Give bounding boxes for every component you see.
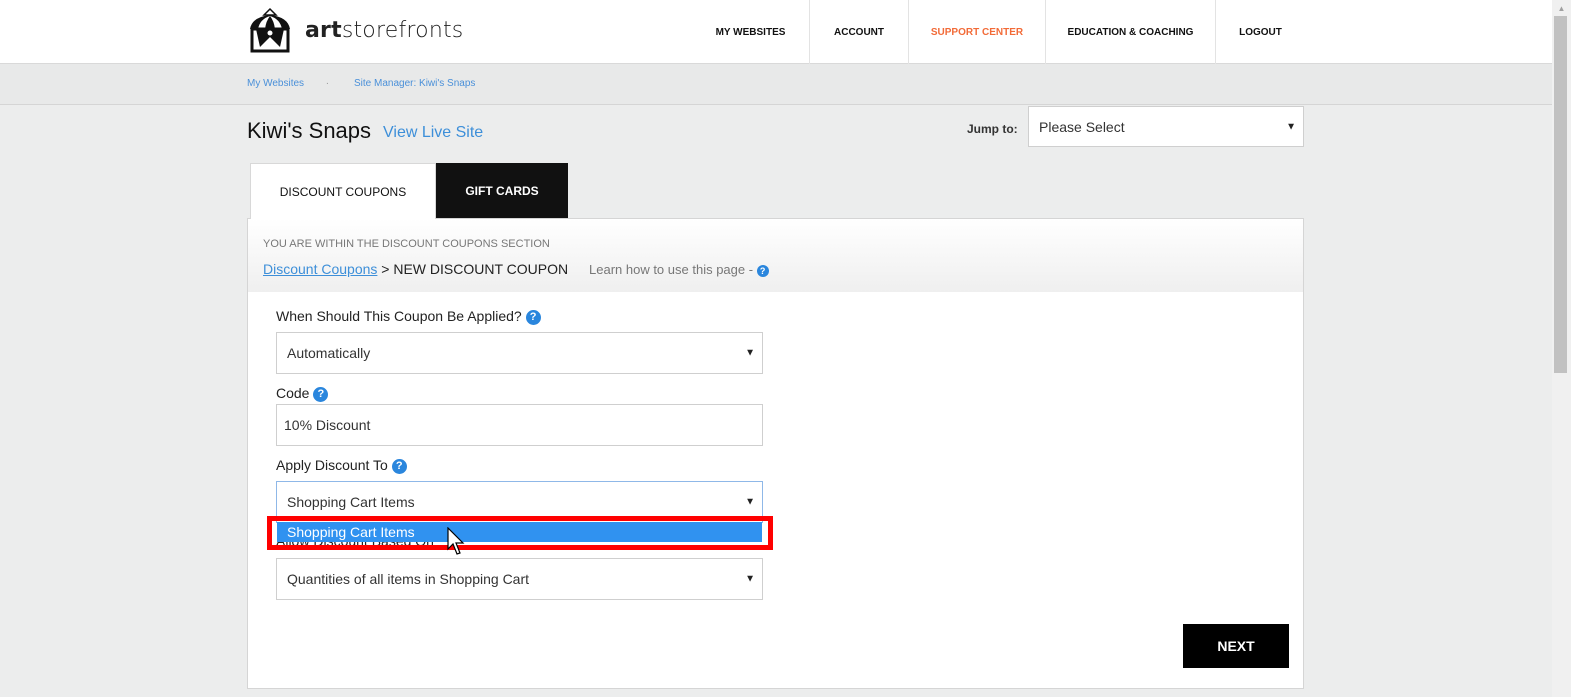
- section-note: YOU ARE WITHIN THE DISCOUNT COUPONS SECT…: [263, 238, 550, 250]
- nav-logout[interactable]: LOGOUT: [1215, 0, 1305, 64]
- breadcrumb-my-websites[interactable]: My Websites: [247, 78, 304, 89]
- view-live-site-link[interactable]: View Live Site: [383, 124, 483, 142]
- section-path: Discount Coupons > NEW DISCOUNT COUPON: [263, 261, 568, 277]
- based-on-select[interactable]: Quantities of all items in Shopping Cart…: [276, 558, 763, 600]
- next-button[interactable]: NEXT: [1183, 624, 1289, 668]
- top-header: artstorefronts MY WEBSITES ACCOUNT SUPPO…: [0, 0, 1552, 64]
- learn-how-label: Learn how to use this page -: [589, 262, 757, 277]
- when-applied-label-text: When Should This Coupon Be Applied?: [276, 308, 522, 324]
- jump-to-label: Jump to:: [967, 122, 1018, 136]
- breadcrumb: My Websites . Site Manager: Kiwi's Snaps: [0, 64, 1552, 105]
- apply-discount-value: Shopping Cart Items: [287, 494, 415, 510]
- apply-discount-label-text: Apply Discount To: [276, 457, 388, 473]
- tab-discount-coupons[interactable]: DISCOUNT COUPONS: [250, 163, 436, 219]
- code-label-text: Code: [276, 385, 310, 401]
- scroll-thumb[interactable]: [1554, 16, 1567, 373]
- scroll-up-arrow-icon[interactable]: ▲: [1552, 0, 1571, 16]
- logo-light-text: storefronts: [341, 17, 464, 43]
- storefront-logo-icon: [250, 7, 290, 53]
- dropdown-option-shopping-cart-items[interactable]: Shopping Cart Items: [277, 522, 762, 542]
- help-icon[interactable]: ?: [756, 264, 769, 277]
- chevron-down-icon: ▼: [1286, 121, 1296, 132]
- code-label: Code ?: [276, 385, 329, 402]
- when-applied-label: When Should This Coupon Be Applied? ?: [276, 308, 541, 325]
- breadcrumb-site-manager[interactable]: Site Manager: Kiwi's Snaps: [354, 78, 475, 89]
- when-applied-select[interactable]: Automatically ▼: [276, 332, 763, 374]
- based-on-value: Quantities of all items in Shopping Cart: [287, 571, 530, 587]
- logo-wordmark: artstorefronts: [305, 18, 463, 43]
- jump-to-select[interactable]: Please Select ▼: [1028, 106, 1304, 147]
- page-scrollbar[interactable]: ▲: [1552, 0, 1571, 697]
- nav-my-websites[interactable]: MY WEBSITES: [692, 0, 809, 64]
- breadcrumb-separator: .: [326, 76, 329, 87]
- nav-account[interactable]: ACCOUNT: [809, 0, 908, 64]
- nav-education-coaching[interactable]: EDUCATION & COACHING: [1045, 0, 1215, 64]
- help-icon[interactable]: ?: [391, 458, 407, 474]
- artstorefronts-logo[interactable]: artstorefronts: [246, 7, 463, 53]
- learn-how-link[interactable]: Learn how to use this page - ?: [589, 262, 769, 277]
- apply-discount-label: Apply Discount To ?: [276, 457, 407, 474]
- when-applied-value: Automatically: [287, 345, 371, 361]
- panel-header: YOU ARE WITHIN THE DISCOUNT COUPONS SECT…: [248, 219, 1303, 292]
- current-page-label: > NEW DISCOUNT COUPON: [377, 261, 569, 277]
- logo-bold-text: art: [305, 17, 342, 43]
- page-title: Kiwi's Snaps: [247, 118, 372, 143]
- tab-gift-cards[interactable]: GIFT CARDS: [436, 163, 568, 218]
- discount-coupons-link[interactable]: Discount Coupons: [263, 261, 377, 277]
- code-input[interactable]: 10% Discount: [276, 404, 763, 446]
- help-icon[interactable]: ?: [313, 386, 329, 402]
- nav-support-center[interactable]: SUPPORT CENTER: [908, 0, 1045, 64]
- chevron-down-icon: ▼: [745, 573, 755, 585]
- jump-to-value: Please Select: [1039, 118, 1125, 135]
- code-value: 10% Discount: [284, 417, 371, 433]
- main-nav: MY WEBSITES ACCOUNT SUPPORT CENTER EDUCA…: [692, 0, 1305, 64]
- mouse-cursor-icon: [447, 527, 465, 555]
- chevron-down-icon: ▼: [745, 496, 755, 508]
- apply-discount-select[interactable]: Shopping Cart Items ▼: [276, 481, 763, 523]
- coupon-panel: YOU ARE WITHIN THE DISCOUNT COUPONS SECT…: [247, 218, 1304, 689]
- help-icon[interactable]: ?: [525, 309, 541, 325]
- chevron-down-icon: ▼: [745, 347, 755, 359]
